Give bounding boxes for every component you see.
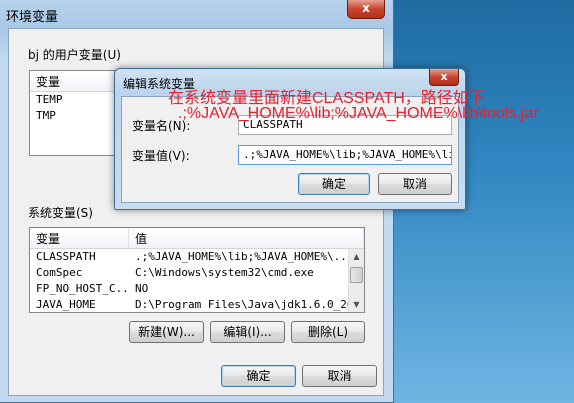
ok-button[interactable]: 确定: [221, 365, 296, 387]
variable-value: .;%JAVA_HOME%\lib;%JAVA_HOME%\...: [135, 250, 348, 263]
scroll-down-icon[interactable]: ▼: [349, 297, 364, 312]
variable-name: CLASSPATH: [36, 250, 96, 263]
variable-value: C:\Windows\system32\cmd.exe: [135, 266, 314, 279]
list-item[interactable]: CLASSPATH .;%JAVA_HOME%\lib;%JAVA_HOME%\…: [30, 249, 348, 265]
variable-value: NO: [135, 282, 149, 295]
system-variables-label: 系统变量(S): [28, 206, 93, 220]
variable-value: D:\Program Files\Java\jdk1.6.0_20: [135, 298, 348, 311]
system-variables-header: 变量 值: [30, 228, 364, 249]
new-variable-button[interactable]: 新建(W)...: [129, 321, 204, 343]
window-titlebar[interactable]: 环境变量 x: [0, 0, 393, 28]
user-variables-label: bj 的用户变量(U): [28, 48, 121, 62]
delete-variable-button[interactable]: 删除(L): [291, 321, 365, 343]
scroll-up-icon[interactable]: ▲: [349, 249, 364, 264]
column-header-variable[interactable]: 变量: [30, 228, 129, 248]
annotation-line-2: .;%JAVA_HOME%\lib;%JAVA_HOME%\lib\tools.…: [178, 105, 539, 122]
variable-name: ComSpec: [36, 266, 83, 279]
dialog-ok-button[interactable]: 确定: [298, 173, 370, 195]
list-item[interactable]: JAVA_HOME D:\Program Files\Java\jdk1.6.0…: [30, 297, 348, 312]
vertical-scrollbar[interactable]: ▲ ▼: [348, 249, 364, 312]
variable-name: JAVA_HOME: [36, 298, 96, 311]
dialog-cancel-button[interactable]: 取消: [378, 173, 452, 195]
system-variables-list[interactable]: 变量 值 CLASSPATH .;%JAVA_HOME%\lib;%JAVA_H…: [29, 227, 365, 313]
window-title: 环境变量: [6, 10, 59, 25]
window-close-button[interactable]: x: [347, 0, 385, 19]
scrollbar-thumb[interactable]: [350, 267, 363, 283]
variable-name: FP_NO_HOST_C...: [36, 282, 129, 295]
cancel-button[interactable]: 取消: [302, 365, 377, 387]
column-header-value[interactable]: 值: [129, 228, 364, 248]
variable-value-label: 变量值(V):: [132, 149, 190, 163]
close-icon: x: [362, 1, 370, 15]
variable-value-field[interactable]: .;%JAVA_HOME%\lib;%JAVA_HOME%\lib\: [238, 145, 452, 165]
list-item[interactable]: FP_NO_HOST_C... NO: [30, 281, 348, 297]
edit-variable-button[interactable]: 编辑(I)...: [210, 321, 285, 343]
close-icon: x: [440, 70, 448, 83]
list-item[interactable]: ComSpec C:\Windows\system32\cmd.exe: [30, 265, 348, 281]
